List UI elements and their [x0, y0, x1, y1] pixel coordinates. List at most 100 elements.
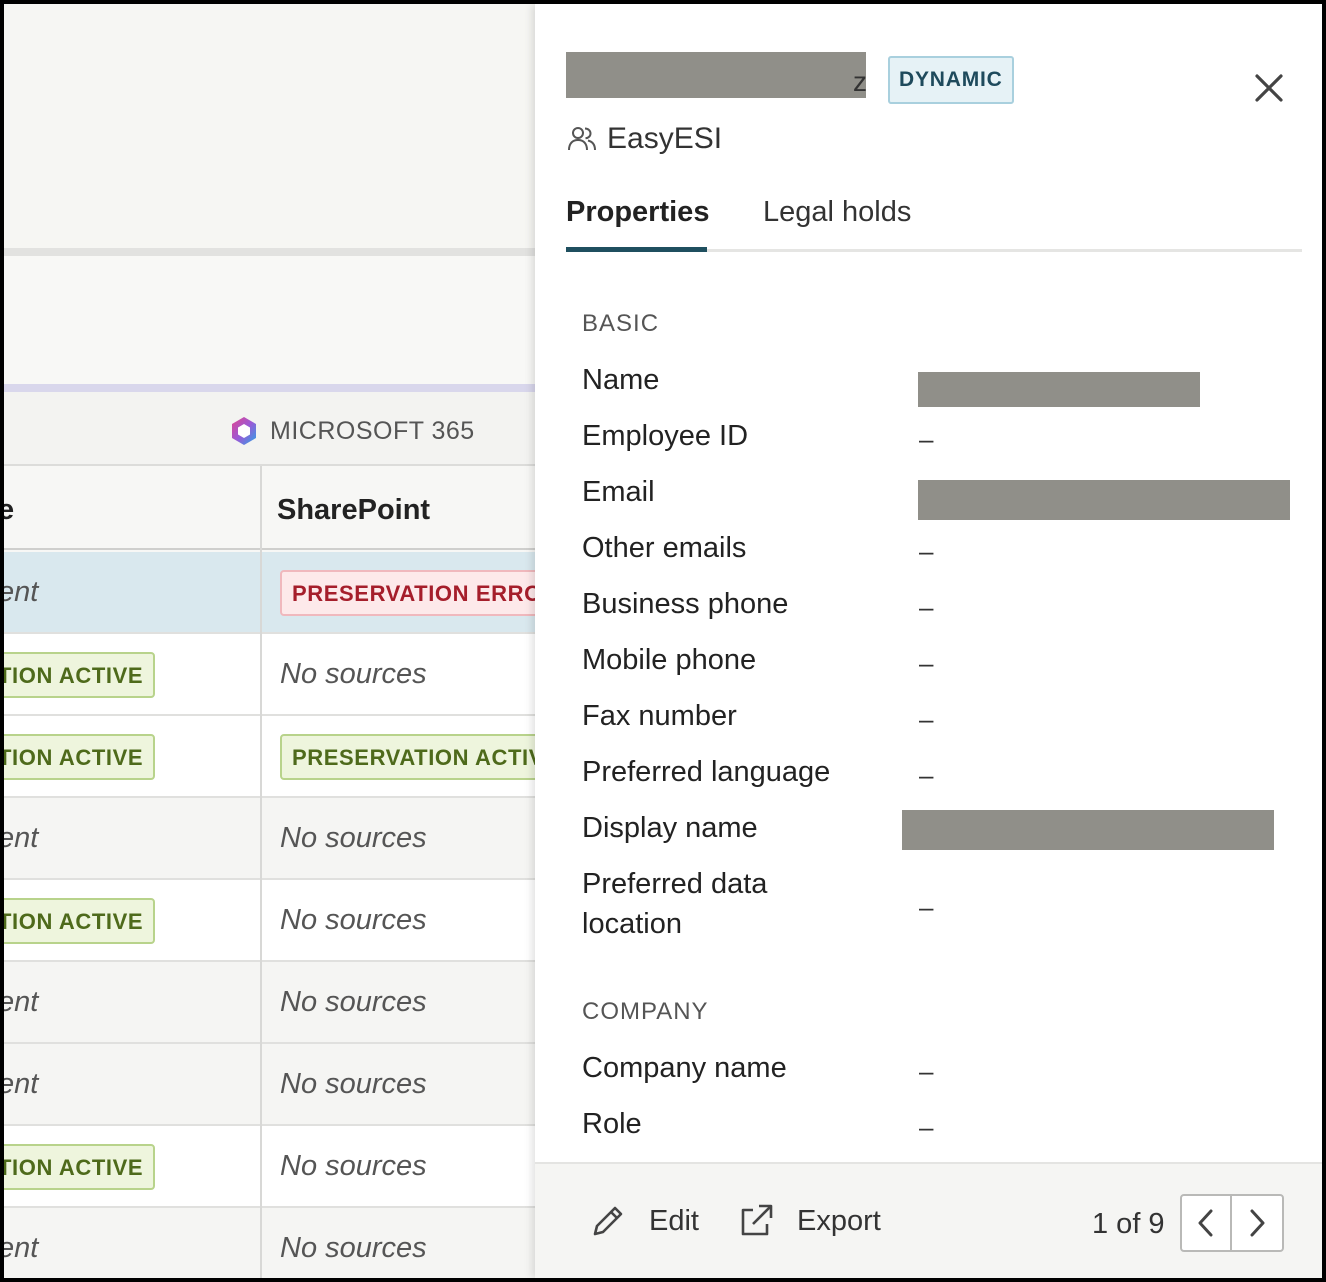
table-row[interactable]: TION ACTIVE PRESERVATION ACTIVE — [4, 716, 536, 798]
no-sources-text: No sources — [280, 658, 427, 690]
cell-text: ent — [4, 986, 39, 1018]
property-label-company-name: Company name — [582, 1052, 787, 1084]
redacted-email-value — [918, 480, 1290, 520]
redacted-title — [566, 52, 866, 98]
property-value-other-emails: – — [919, 536, 934, 566]
close-icon[interactable] — [1249, 68, 1289, 108]
no-sources-text: No sources — [280, 986, 427, 1018]
property-value-business-phone: – — [919, 592, 934, 622]
source-group-header: MICROSOFT 365 — [4, 392, 536, 466]
pager-status: 1 of 9 — [1092, 1208, 1165, 1240]
pencil-icon — [593, 1206, 623, 1236]
table-cell-left: ent — [4, 962, 260, 1042]
column-header-partial[interactable]: e — [4, 494, 14, 527]
table-header: e SharePoint — [4, 466, 536, 550]
active-tab-indicator — [566, 247, 707, 252]
status-badge-active: TION ACTIVE — [4, 898, 156, 944]
status-badge-active: TION ACTIVE — [4, 734, 156, 780]
table-cell-left: TION ACTIVE — [4, 880, 260, 960]
background-filter-area — [4, 256, 536, 384]
property-value-preferred-language: – — [919, 760, 934, 790]
status-badge-error: PRESERVATION ERROR — [280, 570, 536, 616]
next-button[interactable] — [1232, 1196, 1282, 1250]
table-cell-right: No sources — [262, 1126, 536, 1206]
table-cell-right: PRESERVATION ERROR — [262, 552, 536, 632]
no-sources-text: No sources — [280, 1150, 427, 1182]
status-badge-active: TION ACTIVE — [4, 1144, 156, 1190]
property-label-preferred-data-location: Preferred data — [582, 868, 768, 900]
property-value-employee-id: – — [919, 424, 934, 454]
table-row[interactable]: ent PRESERVATION ERROR — [4, 552, 536, 634]
pager-controls — [1180, 1194, 1284, 1252]
property-label-name: Name — [582, 364, 660, 396]
section-title-basic: BASIC — [582, 310, 660, 337]
property-label-display-name: Display name — [582, 812, 758, 844]
custodian-detail-panel: z DYNAMIC EasyESI Properties Legal holds… — [535, 4, 1322, 1278]
organization-row: EasyESI — [567, 122, 722, 156]
property-label-employee-id: Employee ID — [582, 420, 749, 452]
column-header-sharepoint[interactable]: SharePoint — [277, 494, 430, 527]
property-label-preferred-language: Preferred language — [582, 756, 831, 788]
no-sources-text: No sources — [280, 1232, 427, 1264]
property-label-business-phone: Business phone — [582, 588, 789, 620]
table-cell-right: No sources — [262, 962, 536, 1042]
property-label-other-emails: Other emails — [582, 532, 747, 564]
no-sources-text: No sources — [280, 904, 427, 936]
table-cell-left: ent — [4, 1208, 260, 1278]
cell-text: ent — [4, 822, 39, 854]
background-accent-strip — [4, 384, 536, 392]
property-value-preferred-data-location: – — [919, 892, 934, 922]
previous-button[interactable] — [1182, 1196, 1233, 1250]
table-cell-right: No sources — [262, 1208, 536, 1278]
no-sources-text: No sources — [280, 1068, 427, 1100]
property-label-email: Email — [582, 476, 655, 508]
property-label-role: Role — [582, 1108, 642, 1140]
edit-button[interactable]: Edit — [589, 1202, 699, 1240]
background-header-area — [4, 4, 536, 248]
status-badge-active: TION ACTIVE — [4, 652, 156, 698]
microsoft-365-icon — [232, 417, 256, 445]
no-sources-text: No sources — [280, 822, 427, 854]
panel-footer: Edit Export 1 of 9 — [535, 1162, 1322, 1278]
table-row[interactable]: ent No sources — [4, 962, 536, 1044]
table-row[interactable]: ent No sources — [4, 798, 536, 880]
users-icon — [568, 127, 596, 151]
export-button[interactable]: Export — [737, 1202, 881, 1240]
table-cell-right: No sources — [262, 880, 536, 960]
export-label: Export — [797, 1204, 881, 1237]
external-link-icon — [741, 1204, 773, 1236]
column-divider — [260, 466, 262, 1278]
tab-legal-holds[interactable]: Legal holds — [763, 196, 911, 229]
chevron-left-icon — [1198, 1209, 1213, 1237]
table-cell-left: ent — [4, 798, 260, 878]
organization-name: EasyESI — [607, 122, 723, 155]
background-divider — [4, 248, 536, 256]
property-value-company-name: – — [919, 1056, 934, 1086]
property-value-role: – — [919, 1112, 934, 1142]
property-label-preferred-data-location-line2: location — [582, 908, 682, 940]
table-row[interactable]: TION ACTIVE No sources — [4, 1126, 536, 1208]
table-row[interactable]: TION ACTIVE No sources — [4, 880, 536, 962]
table-cell-left: ent — [4, 552, 260, 632]
redacted-display-name-value — [902, 810, 1274, 850]
cell-text: ent — [4, 576, 39, 608]
table-cell-right: No sources — [262, 798, 536, 878]
cell-text: ent — [4, 1068, 39, 1100]
table-cell-right: No sources — [262, 1044, 536, 1124]
property-label-mobile-phone: Mobile phone — [582, 644, 757, 676]
table-cell-left: TION ACTIVE — [4, 634, 260, 714]
app-window: MICROSOFT 365 e SharePoint ent PRESERVATI… — [4, 4, 1322, 1278]
table-cell-left: ent — [4, 1044, 260, 1124]
properties-list: BASIC Name Employee ID – Email Other ema… — [535, 254, 1322, 1162]
source-group-label: MICROSOFT 365 — [228, 415, 475, 447]
table-cell-right: PRESERVATION ACTIVE — [262, 716, 536, 796]
tab-bar: Properties Legal holds — [566, 190, 1302, 252]
table-row[interactable]: ent No sources — [4, 1208, 536, 1278]
cell-text: ent — [4, 1232, 39, 1264]
redacted-name-value — [918, 372, 1200, 407]
property-label-fax-number: Fax number — [582, 700, 737, 732]
source-group-name: MICROSOFT 365 — [270, 416, 475, 445]
tab-properties[interactable]: Properties — [566, 196, 709, 229]
table-row[interactable]: TION ACTIVE No sources — [4, 634, 536, 716]
table-row[interactable]: ent No sources — [4, 1044, 536, 1126]
